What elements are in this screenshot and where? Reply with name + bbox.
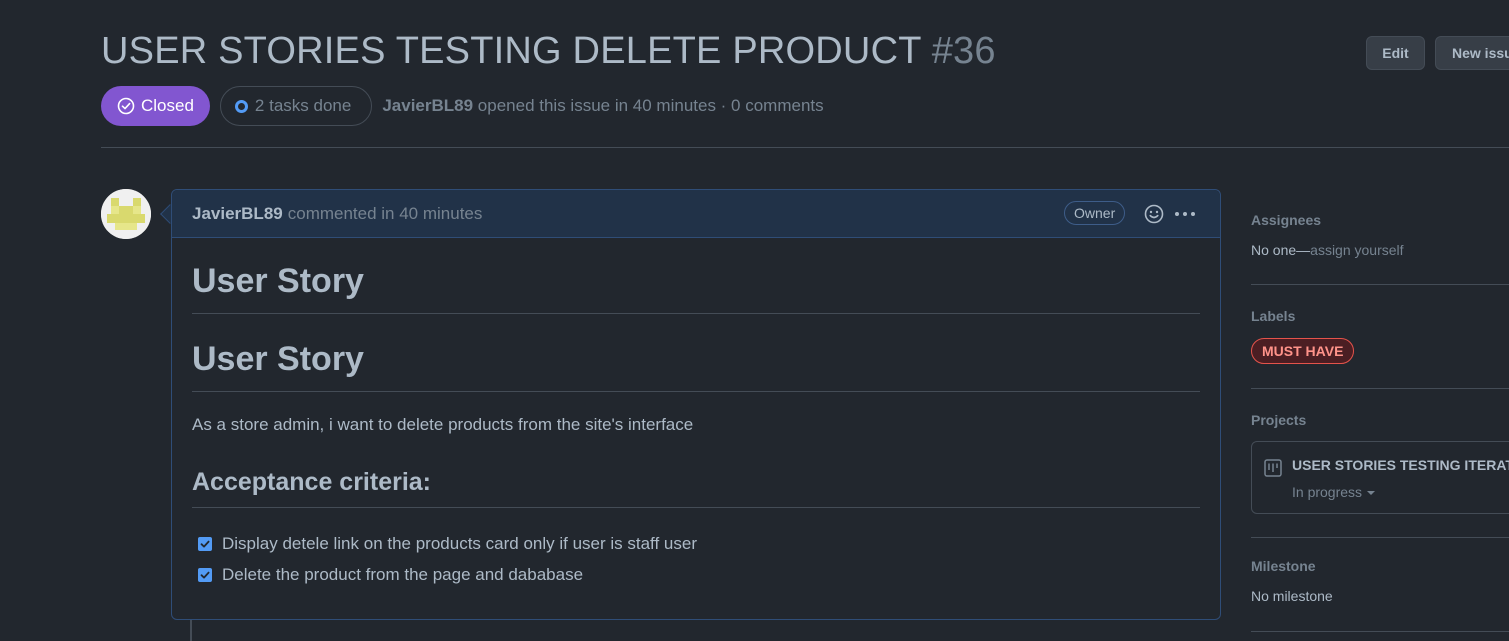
comment-timestamp[interactable]: commented in 40 minutes bbox=[288, 204, 483, 224]
project-card: USER STORIES TESTING ITERATION In progre… bbox=[1251, 441, 1509, 514]
body-heading-2: User Story bbox=[192, 340, 1200, 392]
sidebar-divider bbox=[1251, 537, 1509, 538]
task-label: Display detele link on the products card… bbox=[222, 533, 697, 553]
smiley-icon[interactable] bbox=[1143, 203, 1165, 225]
sidebar-milestone: Milestone No milestone bbox=[1251, 558, 1509, 604]
comment-author-link[interactable]: JavierBL89 bbox=[192, 204, 283, 224]
issue-title-text: USER STORIES TESTING DELETE PRODUCT bbox=[101, 30, 921, 72]
sidebar-divider bbox=[1251, 631, 1509, 632]
task-item: Display detele link on the products card… bbox=[192, 528, 1200, 559]
edit-button[interactable]: Edit bbox=[1366, 36, 1425, 70]
kebab-icon[interactable] bbox=[1173, 203, 1197, 225]
project-status-label: In progress bbox=[1292, 484, 1363, 500]
sidebar-labels: Labels MUST HAVE bbox=[1251, 308, 1509, 364]
sidebar-assignees: Assignees No one—assign yourself bbox=[1251, 212, 1509, 258]
project-status-dropdown[interactable]: In progress bbox=[1292, 484, 1376, 500]
milestone-value: No milestone bbox=[1251, 588, 1333, 604]
avatar[interactable] bbox=[101, 189, 151, 239]
project-board-icon bbox=[1264, 459, 1282, 477]
owner-badge: Owner bbox=[1064, 201, 1126, 225]
timeline-line bbox=[190, 620, 192, 641]
milestone-heading[interactable]: Milestone bbox=[1251, 558, 1509, 574]
comment-box: JavierBL89 commented in 40 minutes Owner… bbox=[171, 189, 1221, 620]
assignees-value: No one—assign yourself bbox=[1251, 242, 1509, 258]
task-label: Delete the product from the page and dab… bbox=[222, 564, 584, 584]
comment-header: JavierBL89 commented in 40 minutes Owner bbox=[172, 190, 1220, 238]
issue-meta: Closed 2 tasks done JavierBL89 opened th… bbox=[101, 86, 824, 126]
body-heading-1: User Story bbox=[192, 262, 1200, 314]
issue-page: USER STORIES TESTING DELETE PRODUCT #36 … bbox=[0, 0, 1509, 641]
issue-opened-text: opened this issue in 40 minutes · 0 comm… bbox=[477, 96, 824, 115]
checkbox-icon[interactable] bbox=[198, 536, 212, 551]
project-name-link[interactable]: USER STORIES TESTING ITERATION bbox=[1292, 457, 1509, 473]
assignees-none: No one— bbox=[1251, 242, 1311, 258]
assign-yourself-link[interactable]: assign yourself bbox=[1310, 242, 1403, 258]
caret-down-icon bbox=[1366, 491, 1375, 495]
checkbox-icon[interactable] bbox=[198, 567, 212, 582]
projects-heading[interactable]: Projects bbox=[1251, 412, 1509, 428]
body-paragraph: As a store admin, i want to delete produ… bbox=[192, 415, 694, 434]
comment-body: User Story User Story As a store admin, … bbox=[172, 262, 1220, 590]
issue-author-link[interactable]: JavierBL89 bbox=[382, 96, 473, 115]
closed-circle-icon bbox=[117, 97, 135, 115]
header-divider bbox=[101, 147, 1509, 148]
labels-heading[interactable]: Labels bbox=[1251, 308, 1509, 324]
sidebar-projects: Projects bbox=[1251, 412, 1509, 428]
sidebar-divider bbox=[1251, 388, 1509, 389]
tasks-label: 2 tasks done bbox=[254, 96, 352, 115]
assignees-heading[interactable]: Assignees bbox=[1251, 212, 1509, 228]
issue-number: #36 bbox=[931, 30, 996, 72]
sidebar-divider bbox=[1251, 284, 1509, 285]
task-list: Display detele link on the products card… bbox=[192, 528, 1200, 590]
issue-meta-text: JavierBL89 opened this issue in 40 minut… bbox=[382, 96, 823, 116]
new-issue-button[interactable]: New issue bbox=[1435, 36, 1509, 70]
tasks-progress[interactable]: 2 tasks done bbox=[219, 86, 373, 126]
state-label: Closed bbox=[141, 96, 194, 115]
avatar-identicon bbox=[101, 189, 151, 239]
label-must-have[interactable]: MUST HAVE bbox=[1251, 338, 1355, 364]
task-item: Delete the product from the page and dab… bbox=[192, 559, 1200, 590]
state-badge: Closed bbox=[101, 86, 210, 126]
acceptance-heading: Acceptance criteria: bbox=[192, 468, 1200, 508]
issue-title: USER STORIES TESTING DELETE PRODUCT #36 bbox=[101, 30, 996, 73]
progress-ring-icon bbox=[234, 99, 248, 113]
